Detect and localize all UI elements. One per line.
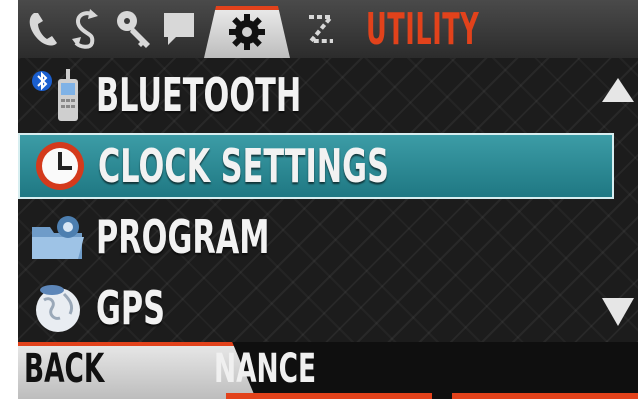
gear-icon <box>227 12 267 57</box>
back-button-label: BACK <box>24 346 105 392</box>
key-icon[interactable] <box>112 6 156 52</box>
sync-icon[interactable] <box>66 6 106 52</box>
maintenance-softkey-label[interactable]: NANCE <box>214 346 316 392</box>
menu-item-label: BLUETOOTH <box>96 68 302 122</box>
phone-icon[interactable] <box>24 6 62 52</box>
tab-bar: UTILITY <box>18 0 638 58</box>
softkey-accent-strip <box>226 393 432 399</box>
globe-icon <box>28 280 88 336</box>
bluetooth-phone-icon <box>28 67 88 123</box>
scroll-up-arrow[interactable] <box>602 78 634 102</box>
menu-item-bluetooth[interactable]: BLUETOOTH <box>18 62 614 128</box>
scroll-down-arrow[interactable] <box>602 298 634 326</box>
message-icon[interactable] <box>158 6 200 52</box>
menu-item-label: GPS <box>96 281 166 335</box>
menu-item-label: PROGRAM <box>96 210 270 264</box>
menu-item-gps[interactable]: GPS <box>18 275 614 341</box>
menu-item-program[interactable]: PROGRAM <box>18 204 614 270</box>
tools-icon[interactable] <box>296 6 346 52</box>
clock-icon <box>30 138 90 194</box>
program-folder-icon <box>28 209 88 265</box>
device-screen: UTILITY BLUETOOTH CLOCK SETTINGS PROGRAM… <box>18 0 638 399</box>
tab-settings[interactable] <box>204 6 290 58</box>
softkey-accent-strip-right <box>452 393 638 399</box>
menu-item-clock-settings[interactable]: CLOCK SETTINGS <box>18 133 614 199</box>
menu-item-label: CLOCK SETTINGS <box>98 139 389 193</box>
page-title: UTILITY <box>366 4 480 55</box>
